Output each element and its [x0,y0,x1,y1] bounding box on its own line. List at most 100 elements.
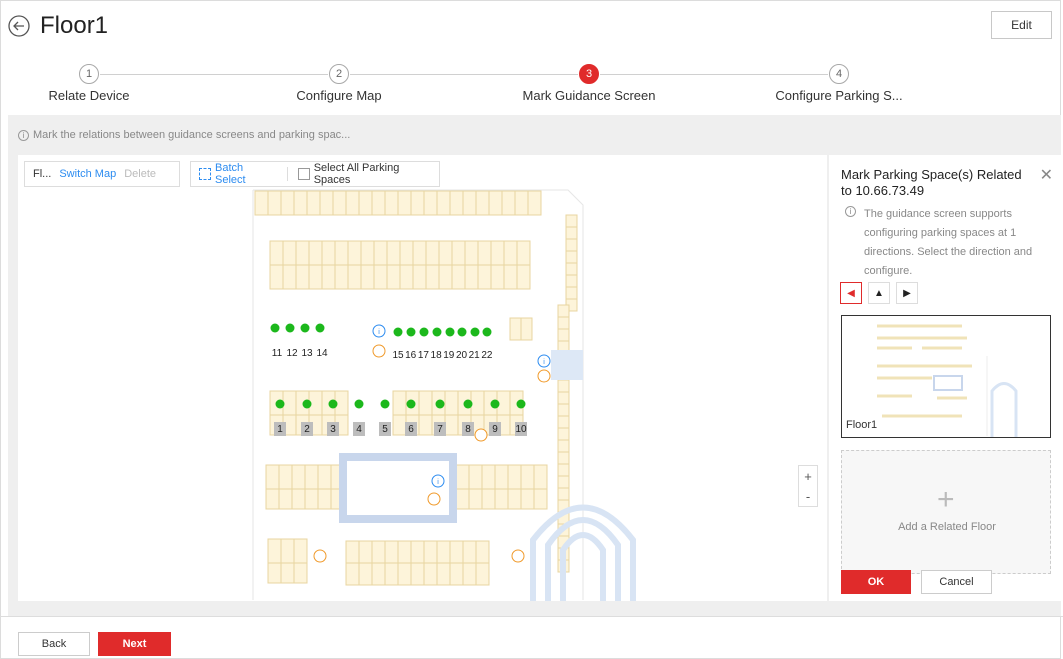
parking-slot[interactable] [399,240,414,266]
parking-slot[interactable] [490,240,505,266]
edit-button[interactable]: Edit [991,11,1052,39]
back-arrow-icon[interactable] [8,15,30,37]
parking-slot[interactable] [267,538,282,564]
parking-slot[interactable] [282,240,297,266]
parking-slot[interactable] [557,328,570,342]
parking-slot[interactable] [397,540,412,564]
parking-slot[interactable] [438,264,453,290]
batch-select-button[interactable]: Batch Select [199,162,277,186]
parking-slot[interactable] [278,464,293,490]
parking-slot[interactable] [306,190,321,216]
parking-slot[interactable] [371,562,386,586]
parking-slot[interactable] [304,464,319,490]
parking-slot[interactable] [444,390,459,416]
parking-slot[interactable] [399,264,414,290]
parking-slot[interactable] [477,240,492,266]
map-canvas[interactable]: 11 12 13 14 15 16 17 18 19 20 21 22 1 2 3 4 5 6 7 8 9 10 i i … [18,155,827,601]
zoom-out-button[interactable]: - [799,486,817,506]
parking-slot[interactable] [468,488,483,510]
parking-slot[interactable] [373,264,388,290]
parking-slot[interactable] [410,562,425,586]
parking-slot[interactable] [423,562,438,586]
parking-slot[interactable] [509,317,522,341]
parking-slot[interactable] [507,488,522,510]
parking-slot[interactable] [295,264,310,290]
cancel-button[interactable]: Cancel [921,570,992,594]
parking-slot[interactable] [507,464,522,490]
delete-link[interactable]: Delete [124,168,156,180]
parking-slot[interactable] [412,264,427,290]
parking-slot[interactable] [494,464,509,490]
parking-slot[interactable] [475,540,490,564]
parking-slot[interactable] [565,274,578,288]
parking-slot[interactable] [360,240,375,266]
parking-slot[interactable] [557,403,570,417]
parking-slot[interactable] [358,540,373,564]
parking-slot[interactable] [462,540,477,564]
parking-slot[interactable] [557,475,570,489]
parking-slot[interactable] [436,540,451,564]
parking-slot[interactable] [293,190,308,216]
parking-slot[interactable] [565,262,578,276]
parking-slot[interactable] [481,488,496,510]
step-3-label[interactable]: Mark Guidance Screen [523,88,656,103]
parking-slot[interactable] [503,240,518,266]
parking-slot[interactable] [358,190,373,216]
step-4-circle[interactable]: 4 [829,64,849,84]
parking-slot[interactable] [557,391,570,405]
parking-slot[interactable] [565,214,578,228]
switch-map-link[interactable]: Switch Map [59,168,116,180]
parking-slot[interactable] [345,190,360,216]
parking-slot[interactable] [490,264,505,290]
parking-slot[interactable] [280,190,295,216]
parking-slot[interactable] [386,240,401,266]
ok-button[interactable]: OK [841,570,911,594]
parking-slot[interactable] [267,190,282,216]
step-2-circle[interactable]: 2 [329,64,349,84]
parking-slot[interactable] [321,240,336,266]
parking-slot[interactable] [267,562,282,584]
parking-slot[interactable] [449,562,464,586]
checkbox-icon[interactable] [297,168,310,180]
step-3-circle[interactable]: 3 [579,64,599,84]
close-icon[interactable]: ✕ [1040,165,1053,185]
parking-slot[interactable] [278,488,293,510]
parking-slot[interactable] [347,264,362,290]
parking-slot[interactable] [449,190,464,216]
parking-slot[interactable] [462,562,477,586]
parking-slot[interactable] [321,264,336,290]
parking-slot[interactable] [317,488,332,510]
parking-slot[interactable] [392,390,407,416]
parking-slot[interactable] [347,240,362,266]
parking-slot[interactable] [516,240,531,266]
parking-slot[interactable] [384,562,399,586]
parking-slot[interactable] [475,562,490,586]
floor-thumbnail[interactable]: Floor1 [841,315,1051,438]
parking-slot[interactable] [418,390,433,416]
zoom-in-button[interactable]: + [799,466,817,486]
parking-slot[interactable] [308,240,323,266]
parking-slot[interactable] [565,226,578,240]
parking-slot[interactable] [410,190,425,216]
step-1-label[interactable]: Relate Device [49,88,130,103]
parking-slot[interactable] [371,190,386,216]
parking-slot[interactable] [516,264,531,290]
direction-left-button[interactable]: ◀ [840,282,862,304]
parking-slot[interactable] [557,427,570,441]
next-button[interactable]: Next [98,632,171,656]
direction-right-button[interactable]: ▶ [896,282,918,304]
parking-slot[interactable] [308,264,323,290]
parking-slot[interactable] [282,390,297,416]
parking-slot[interactable] [269,264,284,290]
parking-slot[interactable] [373,240,388,266]
add-related-floor-tile[interactable]: + Add a Related Floor [841,450,1051,574]
parking-slot[interactable] [418,414,433,436]
parking-slot[interactable] [455,488,470,510]
parking-slot[interactable] [295,240,310,266]
parking-slot[interactable] [475,190,490,216]
parking-slot[interactable] [280,562,295,584]
parking-slot[interactable] [451,240,466,266]
parking-slot[interactable] [423,190,438,216]
parking-slot[interactable] [514,190,529,216]
parking-slot[interactable] [438,240,453,266]
